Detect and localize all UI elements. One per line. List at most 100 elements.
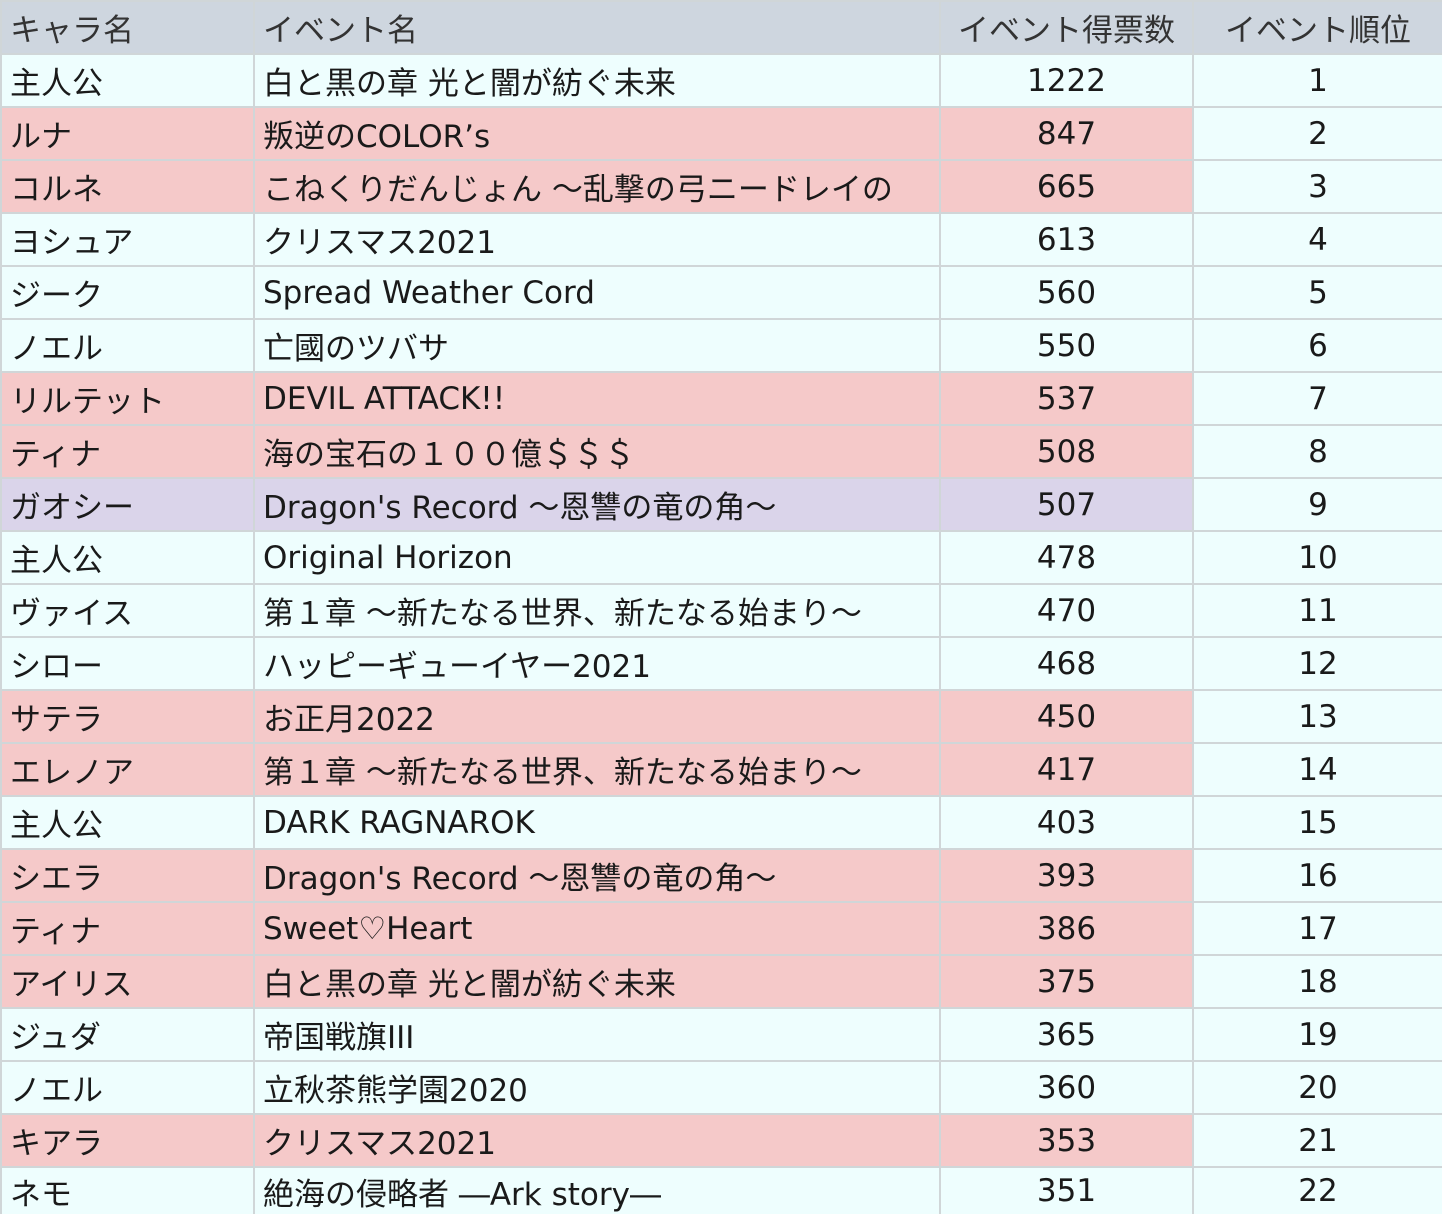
event-rank-cell[interactable]: 22 — [1192, 1166, 1442, 1214]
character-name-cell[interactable]: ガオシー — [0, 477, 255, 532]
event-rank-cell[interactable]: 1 — [1192, 53, 1442, 108]
event-votes-cell[interactable]: 847 — [939, 106, 1194, 161]
event-name-cell[interactable]: Original Horizon — [253, 530, 941, 585]
event-votes-cell[interactable]: 560 — [939, 265, 1194, 320]
character-name-cell[interactable]: ティナ — [0, 901, 255, 956]
ranking-table: キャラ名 イベント名 イベント得票数 イベント順位 主人公 白と黒の章 光と闇が紡… — [0, 0, 1442, 1214]
event-rank-cell[interactable]: 13 — [1192, 689, 1442, 744]
event-name-cell[interactable]: 亡國のツバサ — [253, 318, 941, 373]
event-rank-cell[interactable]: 12 — [1192, 636, 1442, 691]
table-row: ルナ 叛逆のCOLOR’s 847 2 — [0, 106, 1442, 161]
event-name-cell[interactable]: 白と黒の章 光と闇が紡ぐ未来 — [253, 954, 941, 1009]
event-name-cell[interactable]: 第１章 ～新たなる世界、新たなる始まり～ — [253, 742, 941, 797]
table-row: ジュダ 帝国戦旗III 365 19 — [0, 1007, 1442, 1062]
event-rank-cell[interactable]: 20 — [1192, 1060, 1442, 1115]
header-event-name[interactable]: イベント名 — [253, 0, 941, 55]
character-name-cell[interactable]: コルネ — [0, 159, 255, 214]
character-name-cell[interactable]: ノエル — [0, 1060, 255, 1115]
event-rank-cell[interactable]: 19 — [1192, 1007, 1442, 1062]
event-votes-cell[interactable]: 353 — [939, 1113, 1194, 1168]
event-votes-cell[interactable]: 468 — [939, 636, 1194, 691]
event-name-cell[interactable]: 絶海の侵略者 ―Ark story― — [253, 1166, 941, 1214]
event-votes-cell[interactable]: 360 — [939, 1060, 1194, 1115]
character-name-cell[interactable]: シロー — [0, 636, 255, 691]
character-name-cell[interactable]: アイリス — [0, 954, 255, 1009]
event-votes-cell[interactable]: 403 — [939, 795, 1194, 850]
event-votes-cell[interactable]: 351 — [939, 1166, 1194, 1214]
event-votes-cell[interactable]: 393 — [939, 848, 1194, 903]
table-row: ノエル 立秋茶熊学園2020 360 20 — [0, 1060, 1442, 1115]
event-rank-cell[interactable]: 15 — [1192, 795, 1442, 850]
character-name-cell[interactable]: 主人公 — [0, 795, 255, 850]
character-name-cell[interactable]: リルテット — [0, 371, 255, 426]
character-name-cell[interactable]: 主人公 — [0, 530, 255, 585]
event-votes-cell[interactable]: 537 — [939, 371, 1194, 426]
event-rank-cell[interactable]: 17 — [1192, 901, 1442, 956]
event-name-cell[interactable]: こねくりだんじょん ～乱撃の弓ニードレイの — [253, 159, 941, 214]
header-character-name[interactable]: キャラ名 — [0, 0, 255, 55]
event-votes-cell[interactable]: 508 — [939, 424, 1194, 479]
event-name-cell[interactable]: 海の宝石の１００億＄＄＄ — [253, 424, 941, 479]
event-rank-cell[interactable]: 10 — [1192, 530, 1442, 585]
event-name-cell[interactable]: クリスマス2021 — [253, 212, 941, 267]
event-votes-cell[interactable]: 450 — [939, 689, 1194, 744]
event-rank-cell[interactable]: 18 — [1192, 954, 1442, 1009]
event-rank-cell[interactable]: 21 — [1192, 1113, 1442, 1168]
table-row: 主人公 白と黒の章 光と闇が紡ぐ未来 1222 1 — [0, 53, 1442, 108]
character-name-cell[interactable]: ヴァイス — [0, 583, 255, 638]
character-name-cell[interactable]: サテラ — [0, 689, 255, 744]
event-name-cell[interactable]: 帝国戦旗III — [253, 1007, 941, 1062]
event-rank-cell[interactable]: 7 — [1192, 371, 1442, 426]
event-name-cell[interactable]: DARK RAGNAROK — [253, 795, 941, 850]
event-name-cell[interactable]: 白と黒の章 光と闇が紡ぐ未来 — [253, 53, 941, 108]
character-name-cell[interactable]: エレノア — [0, 742, 255, 797]
event-votes-cell[interactable]: 386 — [939, 901, 1194, 956]
character-name-cell[interactable]: ティナ — [0, 424, 255, 479]
event-votes-cell[interactable]: 470 — [939, 583, 1194, 638]
event-votes-cell[interactable]: 550 — [939, 318, 1194, 373]
event-name-cell[interactable]: Dragon's Record ～恩讐の竜の角～ — [253, 848, 941, 903]
event-votes-cell[interactable]: 1222 — [939, 53, 1194, 108]
event-rank-cell[interactable]: 6 — [1192, 318, 1442, 373]
character-name-cell[interactable]: シエラ — [0, 848, 255, 903]
event-votes-cell[interactable]: 665 — [939, 159, 1194, 214]
header-event-votes[interactable]: イベント得票数 — [939, 0, 1194, 55]
event-name-cell[interactable]: 立秋茶熊学園2020 — [253, 1060, 941, 1115]
event-name-cell[interactable]: お正月2022 — [253, 689, 941, 744]
event-rank-cell[interactable]: 11 — [1192, 583, 1442, 638]
character-name-cell[interactable]: ジーク — [0, 265, 255, 320]
event-rank-cell[interactable]: 4 — [1192, 212, 1442, 267]
event-votes-cell[interactable]: 365 — [939, 1007, 1194, 1062]
event-name-cell[interactable]: 叛逆のCOLOR’s — [253, 106, 941, 161]
character-name-cell[interactable]: ジュダ — [0, 1007, 255, 1062]
event-votes-cell[interactable]: 417 — [939, 742, 1194, 797]
event-votes-cell[interactable]: 613 — [939, 212, 1194, 267]
header-event-rank[interactable]: イベント順位 — [1192, 0, 1442, 55]
character-name-cell[interactable]: ヨシュア — [0, 212, 255, 267]
event-name-cell[interactable]: クリスマス2021 — [253, 1113, 941, 1168]
event-name-cell[interactable]: DEVIL ATTACK!! — [253, 371, 941, 426]
event-rank-cell[interactable]: 8 — [1192, 424, 1442, 479]
event-rank-cell[interactable]: 16 — [1192, 848, 1442, 903]
table-row: リルテット DEVIL ATTACK!! 537 7 — [0, 371, 1442, 426]
table-row: ヨシュア クリスマス2021 613 4 — [0, 212, 1442, 267]
event-name-cell[interactable]: Sweet♡Heart — [253, 901, 941, 956]
event-rank-cell[interactable]: 3 — [1192, 159, 1442, 214]
character-name-cell[interactable]: ノエル — [0, 318, 255, 373]
character-name-cell[interactable]: ネモ — [0, 1166, 255, 1214]
event-name-cell[interactable]: Dragon's Record ～恩讐の竜の角～ — [253, 477, 941, 532]
event-votes-cell[interactable]: 478 — [939, 530, 1194, 585]
event-name-cell[interactable]: ハッピーギューイヤー2021 — [253, 636, 941, 691]
event-name-cell[interactable]: 第１章 ～新たなる世界、新たなる始まり～ — [253, 583, 941, 638]
character-name-cell[interactable]: 主人公 — [0, 53, 255, 108]
event-votes-cell[interactable]: 375 — [939, 954, 1194, 1009]
event-rank-cell[interactable]: 5 — [1192, 265, 1442, 320]
event-votes-cell[interactable]: 507 — [939, 477, 1194, 532]
event-name-cell[interactable]: Spread Weather Cord — [253, 265, 941, 320]
character-name-cell[interactable]: ルナ — [0, 106, 255, 161]
event-rank-cell[interactable]: 2 — [1192, 106, 1442, 161]
event-rank-cell[interactable]: 9 — [1192, 477, 1442, 532]
character-name-cell[interactable]: キアラ — [0, 1113, 255, 1168]
table-row: キアラ クリスマス2021 353 21 — [0, 1113, 1442, 1168]
event-rank-cell[interactable]: 14 — [1192, 742, 1442, 797]
